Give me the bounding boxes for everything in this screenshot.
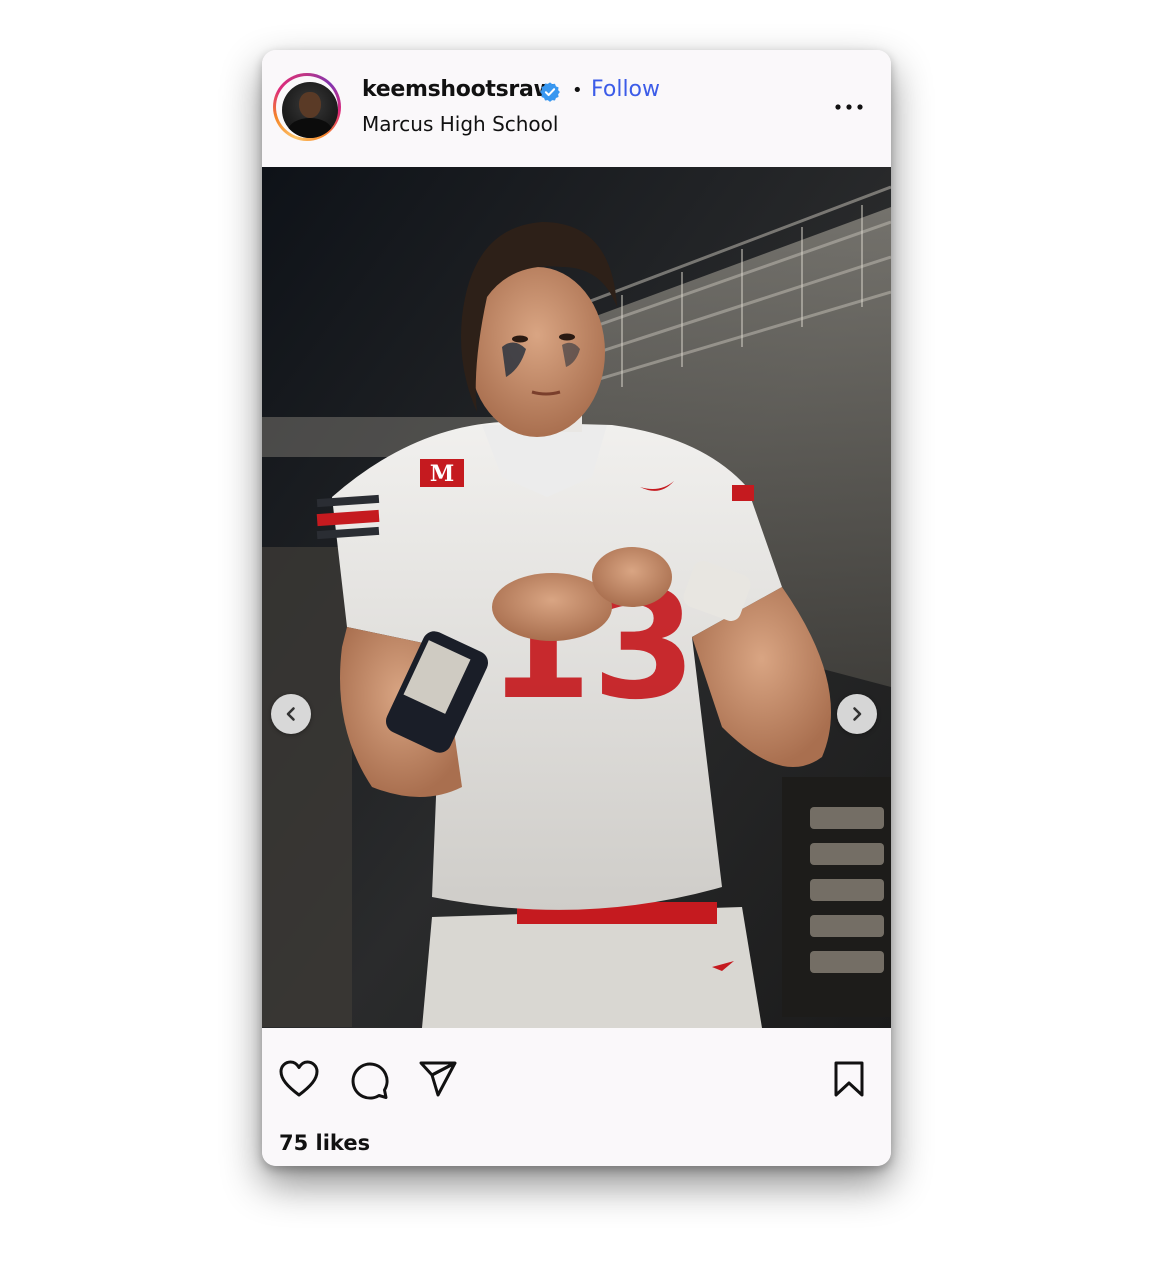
svg-text:M: M bbox=[430, 461, 454, 487]
story-ring[interactable] bbox=[273, 73, 341, 141]
post-header: keemshootsraw • Follow Marcus High Schoo… bbox=[262, 50, 891, 167]
chevron-left-icon bbox=[286, 707, 295, 721]
next-slide-button[interactable] bbox=[837, 694, 877, 734]
previous-slide-button[interactable] bbox=[271, 694, 311, 734]
photo-illustration: M 13 bbox=[262, 167, 891, 1028]
avatar[interactable] bbox=[282, 82, 338, 138]
location-link[interactable]: Marcus High School bbox=[362, 112, 558, 136]
post-actions: 75 likes bbox=[262, 1028, 891, 1166]
heart-icon[interactable] bbox=[279, 1060, 319, 1098]
comment-icon[interactable] bbox=[349, 1060, 389, 1100]
verified-badge-icon bbox=[540, 82, 560, 102]
bookmark-icon[interactable] bbox=[832, 1060, 866, 1098]
like-count[interactable]: 75 likes bbox=[279, 1131, 370, 1155]
separator-dot: • bbox=[572, 80, 583, 101]
chevron-right-icon bbox=[853, 707, 862, 721]
post-photo[interactable]: M 13 bbox=[262, 167, 891, 1028]
username-link[interactable]: keemshootsraw bbox=[362, 77, 554, 102]
more-horizontal-icon[interactable] bbox=[832, 100, 866, 114]
instagram-post-card: keemshootsraw • Follow Marcus High Schoo… bbox=[262, 50, 891, 1166]
follow-button[interactable]: Follow bbox=[591, 77, 660, 102]
send-icon[interactable] bbox=[418, 1060, 458, 1098]
